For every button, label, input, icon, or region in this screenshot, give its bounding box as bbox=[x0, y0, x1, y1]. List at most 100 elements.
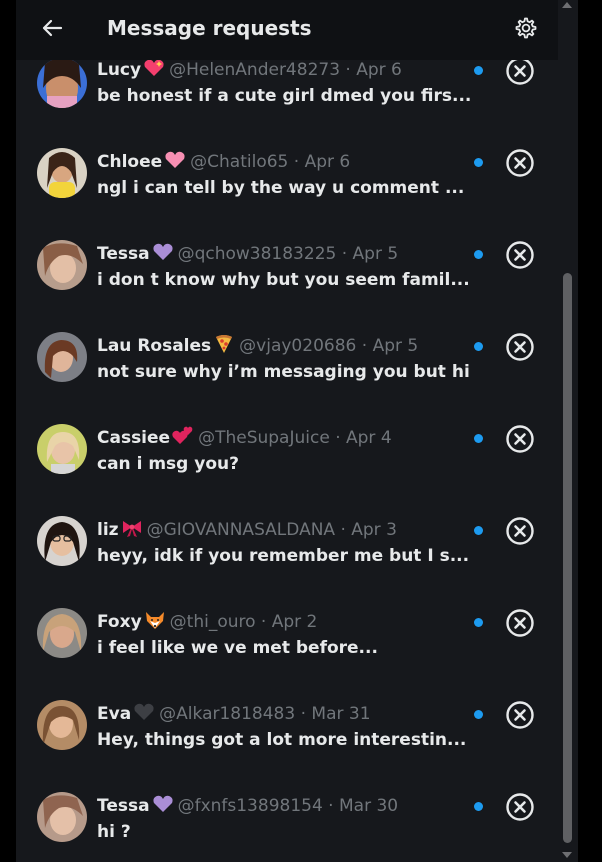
dismiss-icon[interactable] bbox=[505, 424, 535, 454]
dismiss-icon[interactable] bbox=[505, 792, 535, 822]
vertical-scrollbar[interactable] bbox=[558, 0, 578, 862]
unread-dot bbox=[474, 66, 483, 75]
sender-name: Tessa bbox=[97, 796, 150, 816]
request-date: Apr 6 bbox=[304, 152, 351, 172]
avatar[interactable] bbox=[37, 608, 87, 658]
fox-icon bbox=[145, 612, 164, 629]
message-preview: ngl i can tell by the way u comment ... bbox=[97, 178, 465, 198]
scroll-down-arrow-icon[interactable] bbox=[562, 852, 572, 858]
message-request-row[interactable]: Eva @Alkar1818483 · Mar 31 Hey, things go… bbox=[16, 668, 558, 760]
request-date: Apr 6 bbox=[356, 60, 402, 80]
avatar[interactable] bbox=[37, 700, 87, 750]
dismiss-icon[interactable] bbox=[505, 148, 535, 178]
message-preview: i feel like we ve met before... bbox=[97, 638, 378, 658]
separator: · bbox=[340, 60, 357, 80]
avatar[interactable] bbox=[37, 58, 87, 108]
request-date: Mar 30 bbox=[339, 796, 399, 816]
dismiss-icon[interactable] bbox=[505, 332, 535, 362]
message-preview: Hey, things got a lot more interestin... bbox=[97, 730, 467, 750]
unread-dot bbox=[474, 618, 483, 627]
sender-name: Eva bbox=[97, 704, 132, 724]
unread-dot bbox=[474, 434, 483, 443]
sender-handle: @vjay020686 bbox=[239, 336, 357, 356]
request-header: Foxy @thi_ouro · Apr 2 bbox=[97, 610, 317, 633]
sender-name: Lau Rosales bbox=[97, 336, 212, 356]
pizza-icon bbox=[216, 335, 233, 353]
request-date: Apr 5 bbox=[352, 244, 399, 264]
message-preview: can i msg you? bbox=[97, 454, 239, 474]
sender-name: Lucy bbox=[97, 60, 142, 80]
message-preview: i don t know why but you seem famil... bbox=[97, 270, 470, 290]
message-preview: heyy, idk if you remember me but I s... bbox=[97, 546, 470, 566]
app-window: Lucy @HelenAnder48273 · Apr 6 be honest i… bbox=[0, 0, 602, 862]
avatar[interactable] bbox=[37, 792, 87, 842]
message-preview: be honest if a cute girl dmed you firs..… bbox=[97, 86, 472, 106]
request-header: Lau Rosales @vjay020686 · Apr 5 bbox=[97, 334, 418, 357]
sender-name: Cassiee bbox=[97, 428, 171, 448]
header-bar: Message requests bbox=[16, 0, 558, 60]
gear-icon bbox=[515, 17, 537, 39]
dismiss-icon[interactable] bbox=[505, 700, 535, 730]
message-request-row[interactable]: Lau Rosales @vjay020686 · Apr 5 not sure … bbox=[16, 300, 558, 392]
message-request-row[interactable]: Chloee @Chatilo65 · Apr 6 ngl i can tell … bbox=[16, 116, 558, 208]
black-heart-icon bbox=[134, 703, 154, 720]
avatar[interactable] bbox=[37, 332, 87, 382]
sender-handle: @HelenAnder48273 bbox=[169, 60, 341, 80]
scroll-thumb[interactable] bbox=[563, 273, 572, 843]
sender-handle: @Chatilo65 bbox=[190, 152, 289, 172]
sender-handle: @Alkar1818483 bbox=[159, 704, 296, 724]
separator: · bbox=[336, 244, 353, 264]
request-header: liz @GIOVANNASALDANA · Apr 3 bbox=[97, 518, 397, 541]
sender-handle: @GIOVANNASALDANA bbox=[146, 520, 336, 540]
dismiss-icon[interactable] bbox=[505, 516, 535, 546]
message-request-row[interactable]: Foxy @thi_ouro · Apr 2 i feel like we ve … bbox=[16, 576, 558, 668]
message-request-row[interactable]: Cassiee @TheSupaJuice · Apr 4 can i msg y… bbox=[16, 392, 558, 484]
sender-handle: @fxnfs13898154 bbox=[177, 796, 323, 816]
request-header: Lucy @HelenAnder48273 · Apr 6 bbox=[97, 58, 402, 81]
back-button[interactable] bbox=[38, 14, 66, 42]
sender-name: Foxy bbox=[97, 612, 142, 632]
request-date: Apr 4 bbox=[346, 428, 392, 448]
separator: · bbox=[322, 796, 339, 816]
message-request-row[interactable]: Tessa @fxnfs13898154 · Mar 30 hi ? bbox=[16, 760, 558, 852]
request-date: Apr 5 bbox=[372, 336, 419, 356]
separator: · bbox=[288, 152, 305, 172]
request-header: Tessa @qchow38183225 · Apr 5 bbox=[97, 242, 398, 265]
avatar[interactable] bbox=[37, 516, 87, 566]
request-header: Chloee @Chatilo65 · Apr 6 bbox=[97, 150, 350, 173]
request-header: Eva @Alkar1818483 · Mar 31 bbox=[97, 702, 371, 725]
message-preview: hi ? bbox=[97, 822, 131, 842]
request-date: Apr 2 bbox=[271, 612, 318, 632]
sender-name: Tessa bbox=[97, 244, 150, 264]
avatar[interactable] bbox=[37, 148, 87, 198]
page-title: Message requests bbox=[107, 16, 312, 40]
separator: · bbox=[356, 336, 373, 356]
purple-heart-icon bbox=[153, 795, 173, 812]
unread-dot bbox=[474, 342, 483, 351]
avatar[interactable] bbox=[37, 424, 87, 474]
two-hearts-icon bbox=[172, 426, 193, 444]
separator: · bbox=[329, 428, 347, 448]
back-arrow-icon bbox=[42, 19, 63, 37]
message-request-row[interactable]: Tessa @qchow38183225 · Apr 5 i don t know… bbox=[16, 208, 558, 300]
sender-name: Chloee bbox=[97, 152, 163, 172]
sender-handle: @thi_ouro bbox=[169, 612, 256, 632]
scroll-up-arrow-icon[interactable] bbox=[562, 2, 572, 8]
unread-dot bbox=[474, 802, 483, 811]
request-date: Mar 31 bbox=[311, 704, 371, 724]
sparkling-heart-icon bbox=[144, 59, 164, 76]
request-header: Tessa @fxnfs13898154 · Mar 30 bbox=[97, 794, 398, 817]
dismiss-icon[interactable] bbox=[505, 56, 535, 86]
separator: · bbox=[335, 520, 352, 540]
dismiss-icon[interactable] bbox=[505, 608, 535, 638]
unread-dot bbox=[474, 250, 483, 259]
separator: · bbox=[255, 612, 272, 632]
pink-heart-icon bbox=[165, 151, 185, 168]
dismiss-icon[interactable] bbox=[505, 240, 535, 270]
avatar[interactable] bbox=[37, 240, 87, 290]
settings-button[interactable] bbox=[513, 15, 539, 41]
sender-handle: @qchow38183225 bbox=[177, 244, 337, 264]
separator: · bbox=[295, 704, 312, 724]
message-request-row[interactable]: liz @GIOVANNASALDANA · Apr 3 heyy, idk if… bbox=[16, 484, 558, 576]
sender-name: liz bbox=[97, 520, 119, 540]
